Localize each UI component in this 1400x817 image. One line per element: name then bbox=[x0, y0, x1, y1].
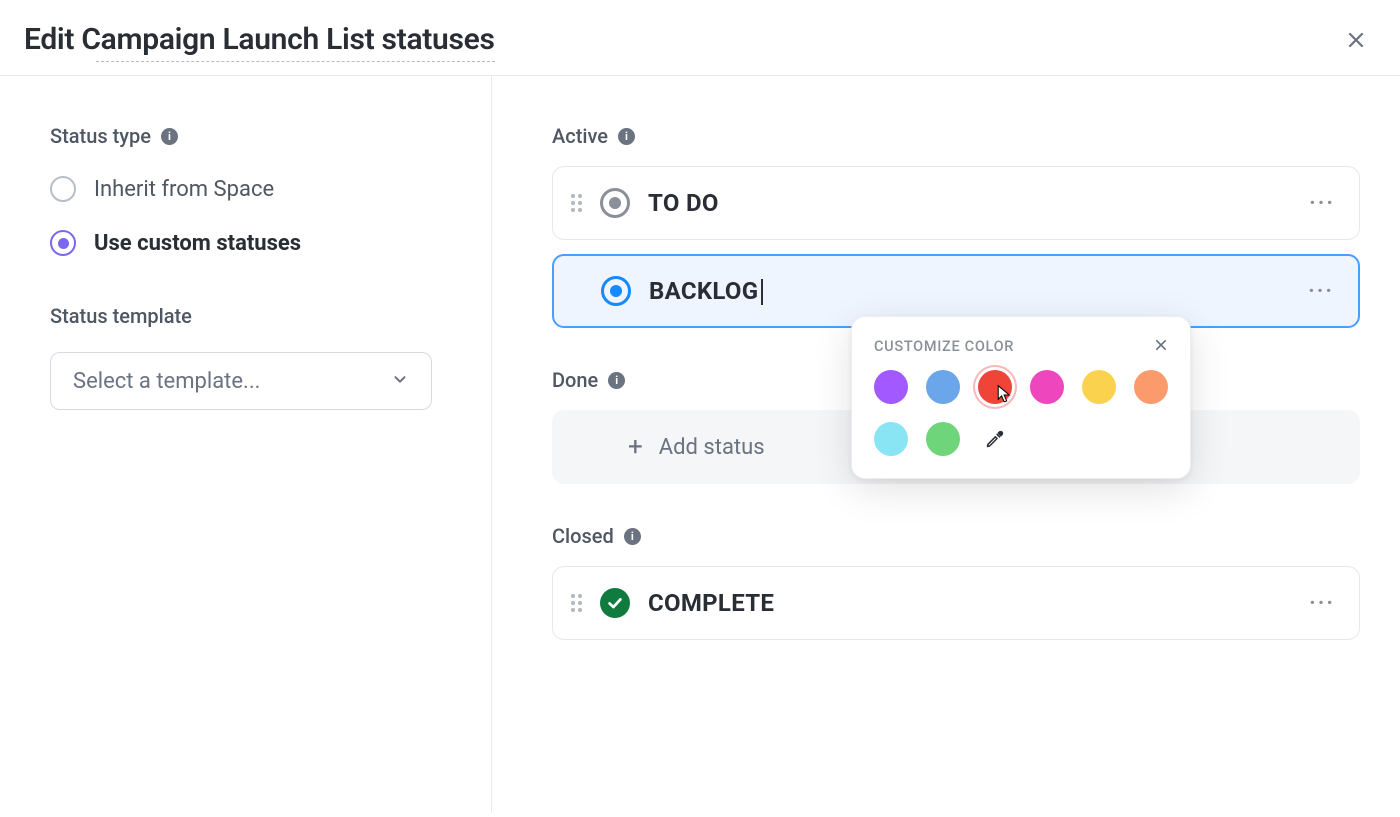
status-name-complete: COMPLETE bbox=[648, 589, 1309, 617]
color-swatch-cyan[interactable] bbox=[874, 422, 908, 456]
radio-circle-selected bbox=[50, 230, 76, 256]
closed-section: Closed i COMPLETE ··· bbox=[552, 524, 1360, 640]
status-name-backlog[interactable]: BACKLOG bbox=[649, 277, 1308, 306]
title-underline bbox=[96, 61, 495, 62]
popover-header: CUSTOMIZE COLOR bbox=[874, 337, 1168, 356]
template-select[interactable]: Select a template... bbox=[50, 352, 432, 410]
info-icon[interactable]: i bbox=[608, 372, 625, 389]
info-icon[interactable]: i bbox=[624, 528, 641, 545]
status-row-todo[interactable]: TO DO ··· bbox=[552, 166, 1360, 240]
radio-use-custom-statuses[interactable]: Use custom statuses bbox=[50, 230, 447, 256]
color-swatch-blue[interactable] bbox=[926, 370, 960, 404]
popover-close-button[interactable] bbox=[1154, 337, 1168, 356]
closed-section-label-row: Closed i bbox=[552, 524, 1360, 548]
color-swatch-orange[interactable] bbox=[1134, 370, 1168, 404]
radio-inherit-label: Inherit from Space bbox=[94, 177, 274, 202]
status-more-button[interactable]: ··· bbox=[1309, 591, 1335, 616]
status-name-todo: TO DO bbox=[648, 189, 1309, 217]
radio-custom-label: Use custom statuses bbox=[94, 231, 301, 256]
eyedropper-button[interactable] bbox=[978, 422, 1012, 456]
check-icon bbox=[606, 594, 624, 612]
color-swatch-yellow[interactable] bbox=[1082, 370, 1116, 404]
info-icon[interactable]: i bbox=[161, 128, 178, 145]
radio-inherit-from-space[interactable]: Inherit from Space bbox=[50, 176, 447, 202]
color-swatch-green[interactable] bbox=[926, 422, 960, 456]
cursor-pointer-icon bbox=[994, 384, 1016, 406]
modal-title: Edit Campaign Launch List statuses bbox=[24, 22, 495, 57]
modal-title-wrap: Edit Campaign Launch List statuses bbox=[24, 22, 495, 57]
color-swatch-grid bbox=[874, 370, 1168, 456]
template-select-placeholder: Select a template... bbox=[73, 369, 260, 394]
color-swatch-red[interactable] bbox=[978, 370, 1012, 404]
color-swatch-pink[interactable] bbox=[1030, 370, 1064, 404]
modal-header: Edit Campaign Launch List statuses bbox=[0, 0, 1400, 76]
status-template-label-row: Status template bbox=[50, 304, 447, 328]
info-icon[interactable]: i bbox=[618, 128, 635, 145]
status-more-button[interactable]: ··· bbox=[1309, 191, 1335, 216]
popover-title: CUSTOMIZE COLOR bbox=[874, 338, 1014, 355]
modal-body: Status type i Inherit from Space Use cus… bbox=[0, 76, 1400, 813]
active-section-label: Active bbox=[552, 124, 608, 148]
close-button[interactable] bbox=[1342, 26, 1370, 54]
status-type-label-row: Status type i bbox=[50, 124, 447, 148]
text-caret bbox=[761, 279, 763, 305]
drag-handle-icon[interactable] bbox=[571, 594, 582, 612]
close-icon bbox=[1154, 338, 1168, 352]
left-panel: Status type i Inherit from Space Use cus… bbox=[0, 76, 492, 813]
eyedropper-icon bbox=[985, 429, 1005, 449]
status-color-backlog[interactable] bbox=[601, 276, 631, 306]
status-name-backlog-text: BACKLOG bbox=[649, 277, 758, 305]
status-type-radio-group: Inherit from Space Use custom statuses bbox=[50, 176, 447, 256]
status-type-label: Status type bbox=[50, 124, 151, 148]
color-swatch-purple[interactable] bbox=[874, 370, 908, 404]
done-section-label: Done bbox=[552, 368, 598, 392]
radio-circle-unselected bbox=[50, 176, 76, 202]
status-template-label: Status template bbox=[50, 304, 192, 328]
plus-icon: + bbox=[628, 432, 643, 462]
active-section-label-row: Active i bbox=[552, 124, 1360, 148]
add-status-label: Add status bbox=[659, 435, 765, 460]
chevron-down-icon bbox=[391, 370, 409, 392]
right-panel: Active i TO DO ··· BACKLOG ··· Done i + … bbox=[492, 76, 1400, 813]
customize-color-popover: CUSTOMIZE COLOR bbox=[851, 316, 1191, 479]
drag-handle-icon[interactable] bbox=[571, 194, 582, 212]
status-more-button[interactable]: ··· bbox=[1308, 279, 1334, 304]
status-color-todo[interactable] bbox=[600, 188, 630, 218]
close-icon bbox=[1346, 30, 1366, 50]
closed-section-label: Closed bbox=[552, 524, 614, 548]
status-row-complete[interactable]: COMPLETE ··· bbox=[552, 566, 1360, 640]
status-color-complete[interactable] bbox=[600, 588, 630, 618]
radio-dot bbox=[58, 238, 69, 249]
